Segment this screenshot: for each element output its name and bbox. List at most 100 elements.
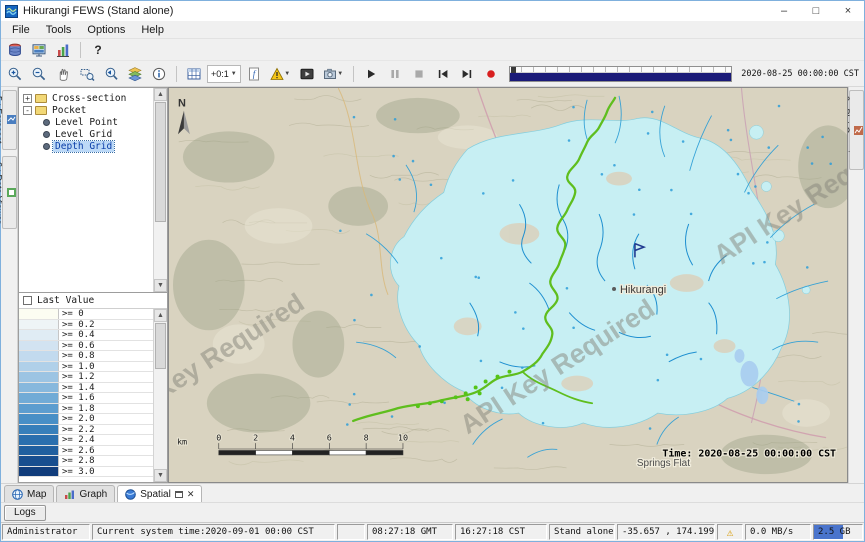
legend-row[interactable]: >= 3.0 [19,467,153,478]
application-window: Hikurangi FEWS (Stand alone) – □ × File … [0,0,865,542]
minimize-button[interactable]: – [768,1,800,21]
menu-help[interactable]: Help [133,23,172,37]
scroll-up-icon[interactable]: ▲ [154,88,167,101]
step-back-button[interactable] [432,64,454,84]
legend-row[interactable]: >= 1.4 [19,383,153,394]
legend-row[interactable]: >= 2.8 [19,456,153,467]
chart-icon[interactable] [52,40,74,60]
tab-forecast[interactable]: 5 : Forecast [2,90,17,150]
status-warning[interactable]: ⚠ [717,524,743,540]
tree-item-level-grid[interactable]: Level Grid [43,128,151,140]
zoom-box-icon[interactable] [76,64,98,84]
tree-item-level-point[interactable]: Level Point [43,116,151,128]
legend-label: >= 2.2 [59,425,95,435]
legend-row[interactable]: >= 1.2 [19,372,153,383]
pause-button[interactable] [384,64,406,84]
chevron-down-icon: ▼ [284,71,290,77]
float-panel-icon[interactable] [175,491,183,498]
map-canvas[interactable]: API Key Required API Key Required API Ke… [169,88,847,482]
legend-label: >= 2.8 [59,456,95,466]
tab-map[interactable]: Map [4,485,54,502]
play-button[interactable] [360,64,382,84]
map-display-icon[interactable] [28,40,50,60]
globe-icon [12,489,23,500]
grid-icon[interactable] [183,64,205,84]
timeline-track[interactable] [510,67,732,73]
logs-button[interactable]: Logs [4,505,46,521]
tab-graph[interactable]: Graph [56,485,115,502]
legend-row[interactable]: >= 2.6 [19,446,153,457]
scrollbar-thumb[interactable] [155,323,166,369]
legend-row[interactable]: >= 0.6 [19,341,153,352]
timeline-handle[interactable] [511,67,516,73]
tree-item-pocket[interactable]: - Pocket [23,104,151,116]
map-view[interactable]: API Key Required API Key Required API Ke… [168,87,848,483]
pan-hand-icon[interactable] [52,64,74,84]
legend-row[interactable]: >= 1.6 [19,393,153,404]
menu-options[interactable]: Options [79,23,133,37]
timestep-selector[interactable]: +0:1 ▼ [207,65,241,83]
tree-item-label: Level Grid [53,129,114,140]
tab-data-viewer[interactable]: 6 : Data Viewer [2,156,17,229]
menu-tools[interactable]: Tools [38,23,80,37]
left-panel: + Cross-section - Pocket Level Point [18,87,168,483]
scroll-up-icon[interactable]: ▲ [154,309,167,322]
right-tab-strip: 3 : Plot Overview [848,87,864,483]
data-viewer-tab-icon [7,188,16,197]
legend-row[interactable]: >= 0.8 [19,351,153,362]
zoom-in-icon[interactable] [4,64,26,84]
layers-icon[interactable] [124,64,146,84]
legend-row[interactable]: >= 2.4 [19,435,153,446]
legend-scrollbar[interactable]: ▲ ▼ [153,309,167,482]
status-gmt-time: 08:27:18 GMT [367,524,453,540]
help-icon[interactable]: ? [87,40,109,60]
step-forward-button[interactable] [456,64,478,84]
snapshot-dropdown[interactable]: ▼ [320,64,347,84]
legend-row[interactable]: >= 1.0 [19,362,153,373]
close-tab-icon[interactable]: ✕ [187,490,195,499]
scroll-down-icon[interactable]: ▼ [154,469,167,482]
record-button[interactable] [480,64,502,84]
tree-item-label: Depth Grid [53,141,114,152]
tree-item-cross-section[interactable]: + Cross-section [23,92,151,104]
scrollbar-thumb[interactable] [155,102,166,222]
town-dot [612,287,616,291]
expand-icon[interactable]: + [23,94,32,103]
warning-dropdown[interactable]: ▼ [267,64,294,84]
last-value-label: Last Value [37,295,94,306]
legend-label: >= 1.8 [59,404,95,414]
tree-scrollbar[interactable]: ▲ ▼ [153,88,167,292]
tree-item-depth-grid[interactable]: Depth Grid [43,140,151,152]
zoom-previous-icon[interactable] [100,64,122,84]
legend-row[interactable]: >= 0.2 [19,320,153,331]
legend-row[interactable]: >= 1.8 [19,404,153,415]
menu-file[interactable]: File [4,23,38,37]
scroll-down-icon[interactable]: ▼ [154,279,167,292]
legend-row[interactable]: >= 2.0 [19,414,153,425]
info-icon[interactable] [148,64,170,84]
legend-row[interactable]: >= 0 [19,309,153,320]
legend-row[interactable]: >= 0.4 [19,330,153,341]
legend-swatch [19,393,59,403]
stop-button[interactable] [408,64,430,84]
tab-plot-overview[interactable]: 3 : Plot Overview [849,90,864,170]
legend-swatch [19,414,59,424]
close-button[interactable]: × [832,1,864,21]
legend-swatch [19,362,59,372]
svg-text:4: 4 [290,433,295,443]
maximize-button[interactable]: □ [800,1,832,21]
last-value-option[interactable]: Last Value [19,293,167,309]
animation-icon[interactable] [296,64,318,84]
menu-bar: File Tools Options Help [1,21,864,39]
database-icon[interactable] [4,40,26,60]
scale-icon[interactable]: f [243,64,265,84]
status-network: 0.0 MB/s [745,524,811,540]
timeline-slider[interactable] [509,66,733,82]
timeline-range-bar[interactable] [510,73,732,81]
last-value-checkbox[interactable] [23,296,32,305]
zoom-out-icon[interactable] [28,64,50,84]
collapse-icon[interactable]: - [23,106,32,115]
app-icon [5,5,18,18]
tab-spatial[interactable]: Spatial ✕ [117,485,202,502]
legend-row[interactable]: >= 2.2 [19,425,153,436]
